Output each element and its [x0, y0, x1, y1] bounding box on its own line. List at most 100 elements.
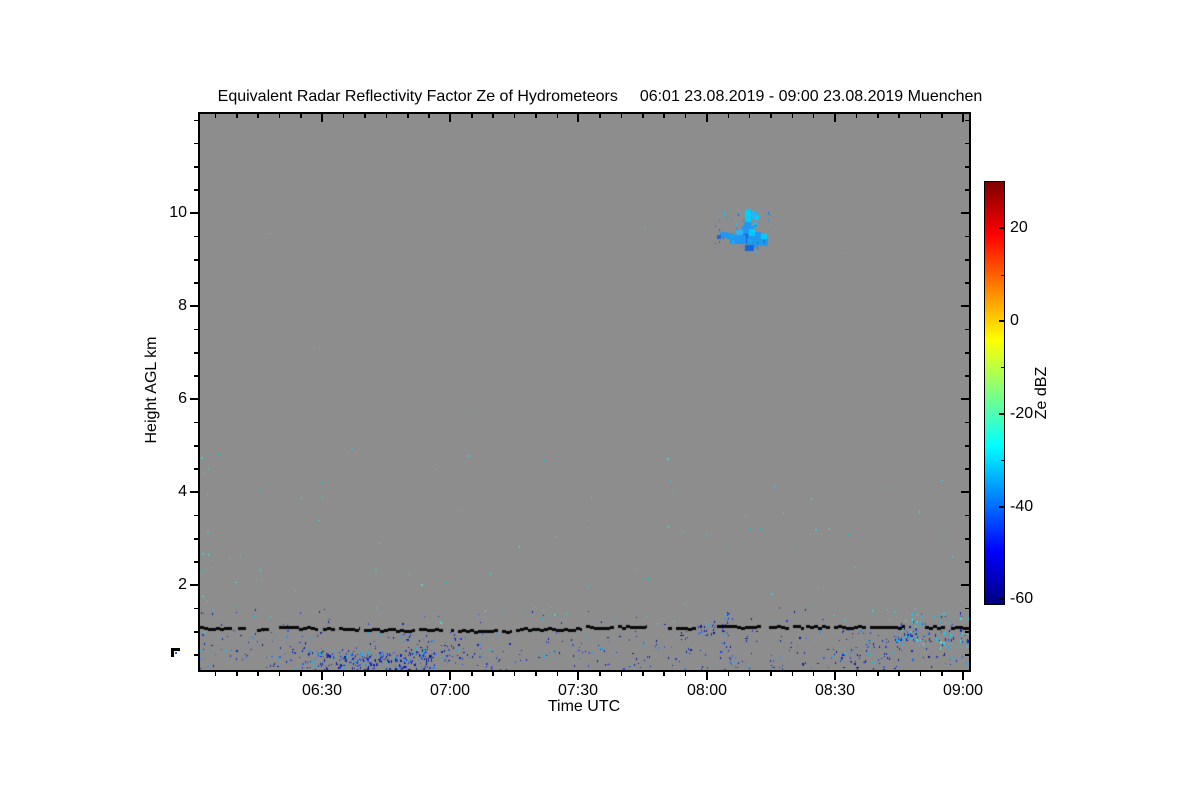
tick-mark — [684, 114, 687, 118]
tick-mark — [770, 672, 772, 676]
tick-mark — [965, 631, 969, 633]
tick-mark — [492, 672, 494, 676]
tick-mark — [642, 114, 644, 118]
tick-mark — [194, 561, 198, 563]
tick-mark — [321, 114, 323, 122]
tick-mark — [236, 672, 238, 676]
plot-area — [198, 112, 971, 672]
tick-mark — [965, 654, 969, 656]
y-tick-label: 2 — [178, 576, 187, 593]
tick-mark — [877, 672, 879, 676]
tick-mark — [620, 114, 623, 118]
tick-mark — [941, 114, 943, 118]
tick-mark — [407, 114, 409, 118]
colorbar — [984, 181, 1005, 605]
tick-mark — [599, 114, 601, 118]
tick-mark — [834, 114, 836, 122]
tick-mark — [385, 114, 388, 118]
tick-mark — [1001, 459, 1004, 461]
artifact-mark — [171, 651, 174, 657]
tick-mark — [1001, 552, 1004, 554]
tick-mark — [194, 259, 198, 261]
x-tick-label: 09:00 — [942, 682, 984, 699]
tick-mark — [364, 672, 366, 676]
tick-mark — [194, 445, 198, 447]
tick-mark — [194, 166, 198, 168]
tick-mark — [965, 561, 969, 563]
x-tick-label: 08:00 — [686, 682, 728, 699]
tick-mark — [190, 305, 198, 307]
y-tick-label: 6 — [178, 390, 187, 407]
colorbar-tick-label: -60 — [1010, 590, 1034, 607]
radar-echo-canvas — [200, 114, 969, 670]
y-tick-label: 8 — [178, 297, 187, 314]
tick-mark — [194, 538, 198, 540]
tick-mark — [965, 375, 969, 377]
chart-title: Equivalent Radar Reflectivity Factor Ze … — [0, 88, 1200, 106]
tick-mark — [577, 672, 579, 680]
tick-mark — [556, 114, 559, 118]
tick-mark — [620, 672, 623, 676]
tick-mark — [194, 514, 198, 517]
tick-mark — [748, 114, 751, 118]
tick-mark — [961, 212, 969, 214]
tick-mark — [748, 672, 751, 676]
tick-mark — [684, 672, 687, 676]
tick-mark — [727, 114, 729, 118]
tick-mark — [965, 445, 969, 447]
tick-mark — [965, 328, 969, 331]
tick-mark — [194, 119, 198, 121]
tick-mark — [965, 119, 969, 121]
tick-mark — [965, 607, 969, 610]
tick-mark — [492, 114, 494, 118]
y-tick-label: 10 — [169, 204, 187, 221]
tick-mark — [194, 631, 198, 633]
tick-mark — [898, 672, 900, 676]
tick-mark — [449, 114, 451, 122]
tick-mark — [965, 235, 969, 238]
colorbar-tick-label: -40 — [1010, 498, 1034, 515]
colorbar-tick-label: 0 — [1010, 312, 1019, 329]
tick-mark — [194, 375, 198, 377]
tick-mark — [194, 654, 198, 656]
tick-mark — [898, 114, 900, 118]
x-tick-label: 07:00 — [429, 682, 471, 699]
tick-mark — [706, 672, 708, 680]
chart-title-daterange: 06:01 23.08.2019 - 09:00 23.08.2019 Muen… — [639, 88, 983, 105]
tick-mark — [999, 320, 1004, 322]
tick-mark — [965, 538, 969, 540]
tick-mark — [428, 114, 430, 118]
tick-mark — [300, 672, 302, 676]
tick-mark — [919, 672, 922, 676]
tick-mark — [855, 672, 858, 676]
tick-mark — [385, 672, 388, 676]
tick-mark — [190, 398, 198, 400]
tick-mark — [1001, 274, 1004, 276]
radar-reflectivity-figure: Equivalent Radar Reflectivity Factor Ze … — [0, 0, 1200, 800]
tick-mark — [194, 142, 198, 145]
colorbar-tick-label: 20 — [1010, 219, 1028, 236]
tick-mark — [965, 189, 969, 191]
tick-mark — [961, 491, 969, 493]
tick-mark — [190, 584, 198, 586]
tick-mark — [364, 114, 366, 118]
tick-mark — [236, 114, 238, 118]
tick-mark — [812, 672, 815, 676]
tick-mark — [194, 421, 198, 424]
tick-mark — [961, 398, 969, 400]
tick-mark — [999, 506, 1004, 508]
tick-mark — [965, 259, 969, 261]
tick-mark — [407, 672, 409, 676]
x-axis-label: Time UTC — [547, 698, 621, 715]
y-tick-label: 4 — [178, 483, 187, 500]
tick-mark — [194, 607, 198, 610]
tick-mark — [599, 672, 601, 676]
tick-mark — [428, 672, 430, 676]
tick-mark — [791, 672, 794, 676]
tick-mark — [855, 114, 858, 118]
tick-mark — [214, 672, 217, 676]
tick-mark — [965, 142, 969, 145]
tick-mark — [257, 672, 259, 676]
tick-mark — [471, 114, 473, 118]
tick-mark — [194, 282, 198, 284]
